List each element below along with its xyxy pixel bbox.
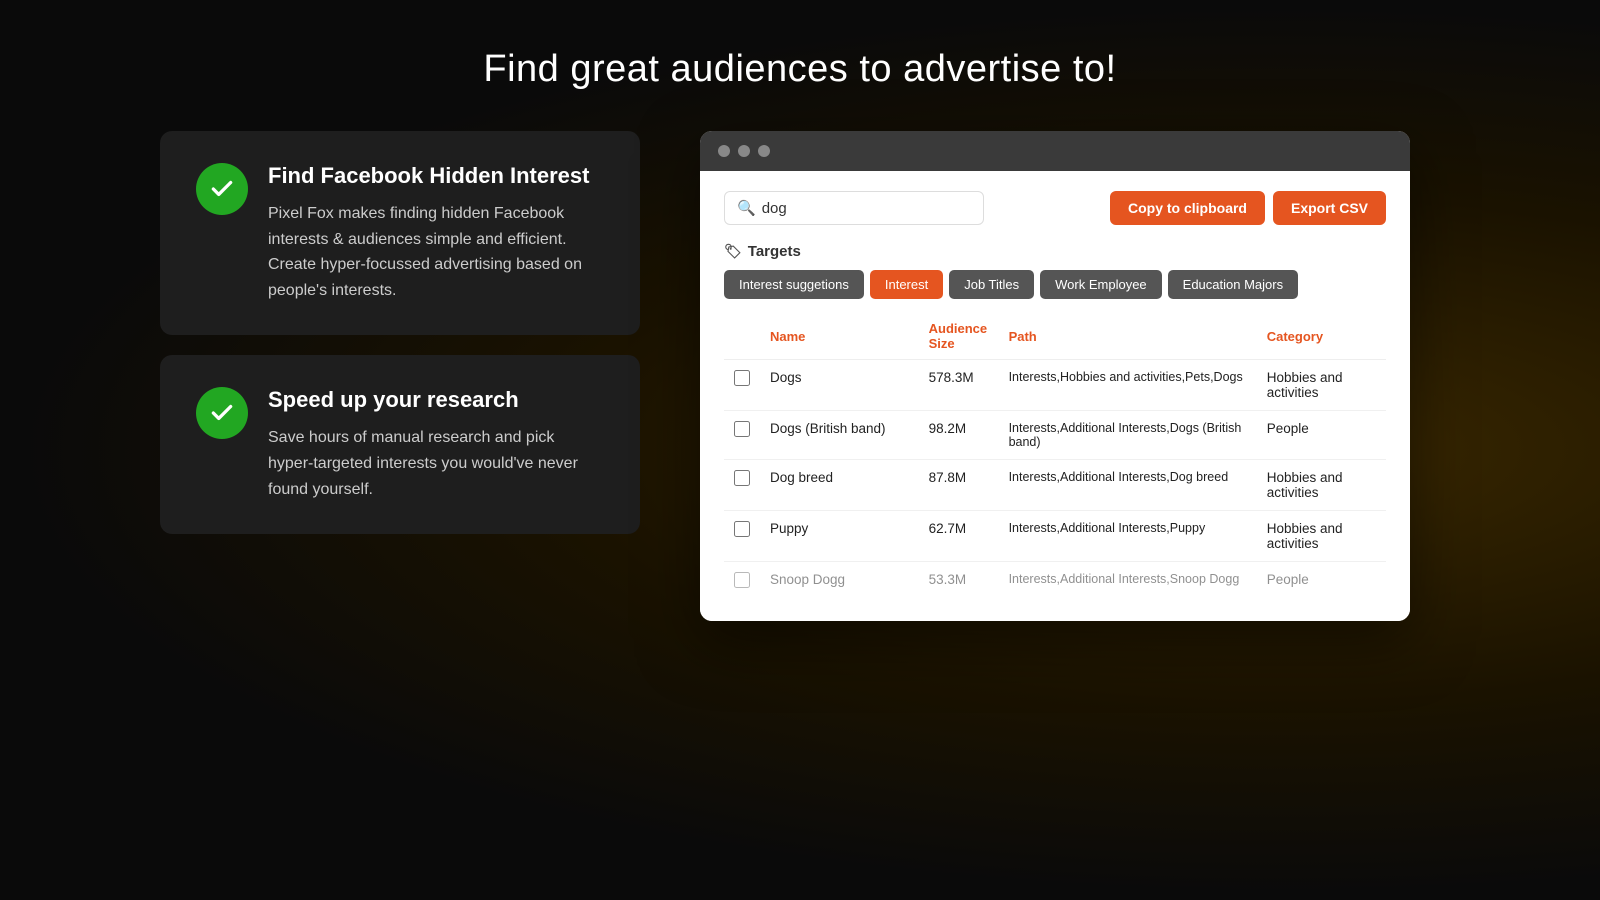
check-icon-2 [196, 387, 248, 439]
window-dot-1 [718, 145, 730, 157]
row-path-3: Interests,Additional Interests,Puppy [999, 511, 1257, 562]
row-category-3: Hobbies and activities [1257, 511, 1386, 562]
row-checkbox-4[interactable] [734, 572, 750, 588]
tab-interest[interactable]: Interest [870, 270, 943, 299]
search-icon: 🔍 [737, 199, 756, 217]
row-name-0: Dogs [760, 360, 919, 411]
search-value: dog [762, 200, 787, 217]
tab-work-employee[interactable]: Work Employee [1040, 270, 1162, 299]
targets-label-text: Targets [748, 243, 801, 260]
row-name-2: Dog breed [760, 460, 919, 511]
row-name-1: Dogs (British band) [760, 411, 919, 460]
row-checkbox-cell [724, 360, 760, 411]
feature-2-body: Save hours of manual research and pick h… [268, 425, 604, 502]
tab-job-titles[interactable]: Job Titles [949, 270, 1034, 299]
row-checkbox-0[interactable] [734, 370, 750, 386]
window-body: 🔍 dog Copy to clipboard Export CSV 🏷 Tar… [700, 171, 1410, 621]
row-size-0: 578.3M [919, 360, 999, 411]
check-icon-1 [196, 163, 248, 215]
action-buttons: Copy to clipboard Export CSV [1110, 191, 1386, 225]
row-category-2: Hobbies and activities [1257, 460, 1386, 511]
row-size-3: 62.7M [919, 511, 999, 562]
window-dot-2 [738, 145, 750, 157]
row-path-2: Interests,Additional Interests,Dog breed [999, 460, 1257, 511]
tag-icon: 🏷 [724, 243, 742, 260]
row-checkbox-cell [724, 460, 760, 511]
row-checkbox-cell [724, 562, 760, 602]
row-size-4: 53.3M [919, 562, 999, 602]
col-header-size: Audience Size [919, 313, 999, 360]
row-category-0: Hobbies and activities [1257, 360, 1386, 411]
table-row: Dog breed 87.8M Interests,Additional Int… [724, 460, 1386, 511]
table-row: Snoop Dogg 53.3M Interests,Additional In… [724, 562, 1386, 602]
col-header-check [724, 313, 760, 360]
row-category-4: People [1257, 562, 1386, 602]
copy-to-clipboard-button[interactable]: Copy to clipboard [1110, 191, 1265, 225]
row-path-0: Interests,Hobbies and activities,Pets,Do… [999, 360, 1257, 411]
window-dot-3 [758, 145, 770, 157]
row-path-1: Interests,Additional Interests,Dogs (Bri… [999, 411, 1257, 460]
feature-1-heading: Find Facebook Hidden Interest [268, 163, 604, 189]
col-header-path: Path [999, 313, 1257, 360]
table-row: Dogs 578.3M Interests,Hobbies and activi… [724, 360, 1386, 411]
tab-education-majors[interactable]: Education Majors [1168, 270, 1298, 299]
feature-2-heading: Speed up your research [268, 387, 604, 413]
feature-card-1: Find Facebook Hidden Interest Pixel Fox … [160, 131, 640, 335]
row-name-3: Puppy [760, 511, 919, 562]
row-checkbox-cell [724, 511, 760, 562]
row-checkbox-2[interactable] [734, 470, 750, 486]
row-checkbox-3[interactable] [734, 521, 750, 537]
row-category-1: People [1257, 411, 1386, 460]
col-header-name: Name [760, 313, 919, 360]
export-csv-button[interactable]: Export CSV [1273, 191, 1386, 225]
col-header-category: Category [1257, 313, 1386, 360]
row-name-4: Snoop Dogg [760, 562, 919, 602]
window-titlebar [700, 131, 1410, 171]
table-row: Dogs (British band) 98.2M Interests,Addi… [724, 411, 1386, 460]
tab-interest-suggestions[interactable]: Interest suggetions [724, 270, 864, 299]
app-window: 🔍 dog Copy to clipboard Export CSV 🏷 Tar… [700, 131, 1410, 621]
search-input-wrap[interactable]: 🔍 dog [724, 191, 984, 225]
table-row: Puppy 62.7M Interests,Additional Interes… [724, 511, 1386, 562]
targets-section: 🏷 Targets Interest suggetions Interest J… [724, 243, 1386, 299]
search-toolbar: 🔍 dog Copy to clipboard Export CSV [724, 191, 1386, 225]
row-checkbox-1[interactable] [734, 421, 750, 437]
feature-card-2: Speed up your research Save hours of man… [160, 355, 640, 534]
page-title: Find great audiences to advertise to! [483, 48, 1116, 91]
results-table: Name Audience Size Path Category Dogs 57… [724, 313, 1386, 601]
filter-tabs: Interest suggetions Interest Job Titles … [724, 270, 1386, 299]
row-checkbox-cell [724, 411, 760, 460]
feature-1-body: Pixel Fox makes finding hidden Facebook … [268, 201, 604, 303]
features-panel: Find Facebook Hidden Interest Pixel Fox … [160, 131, 640, 534]
row-path-4: Interests,Additional Interests,Snoop Dog… [999, 562, 1257, 602]
row-size-1: 98.2M [919, 411, 999, 460]
row-size-2: 87.8M [919, 460, 999, 511]
